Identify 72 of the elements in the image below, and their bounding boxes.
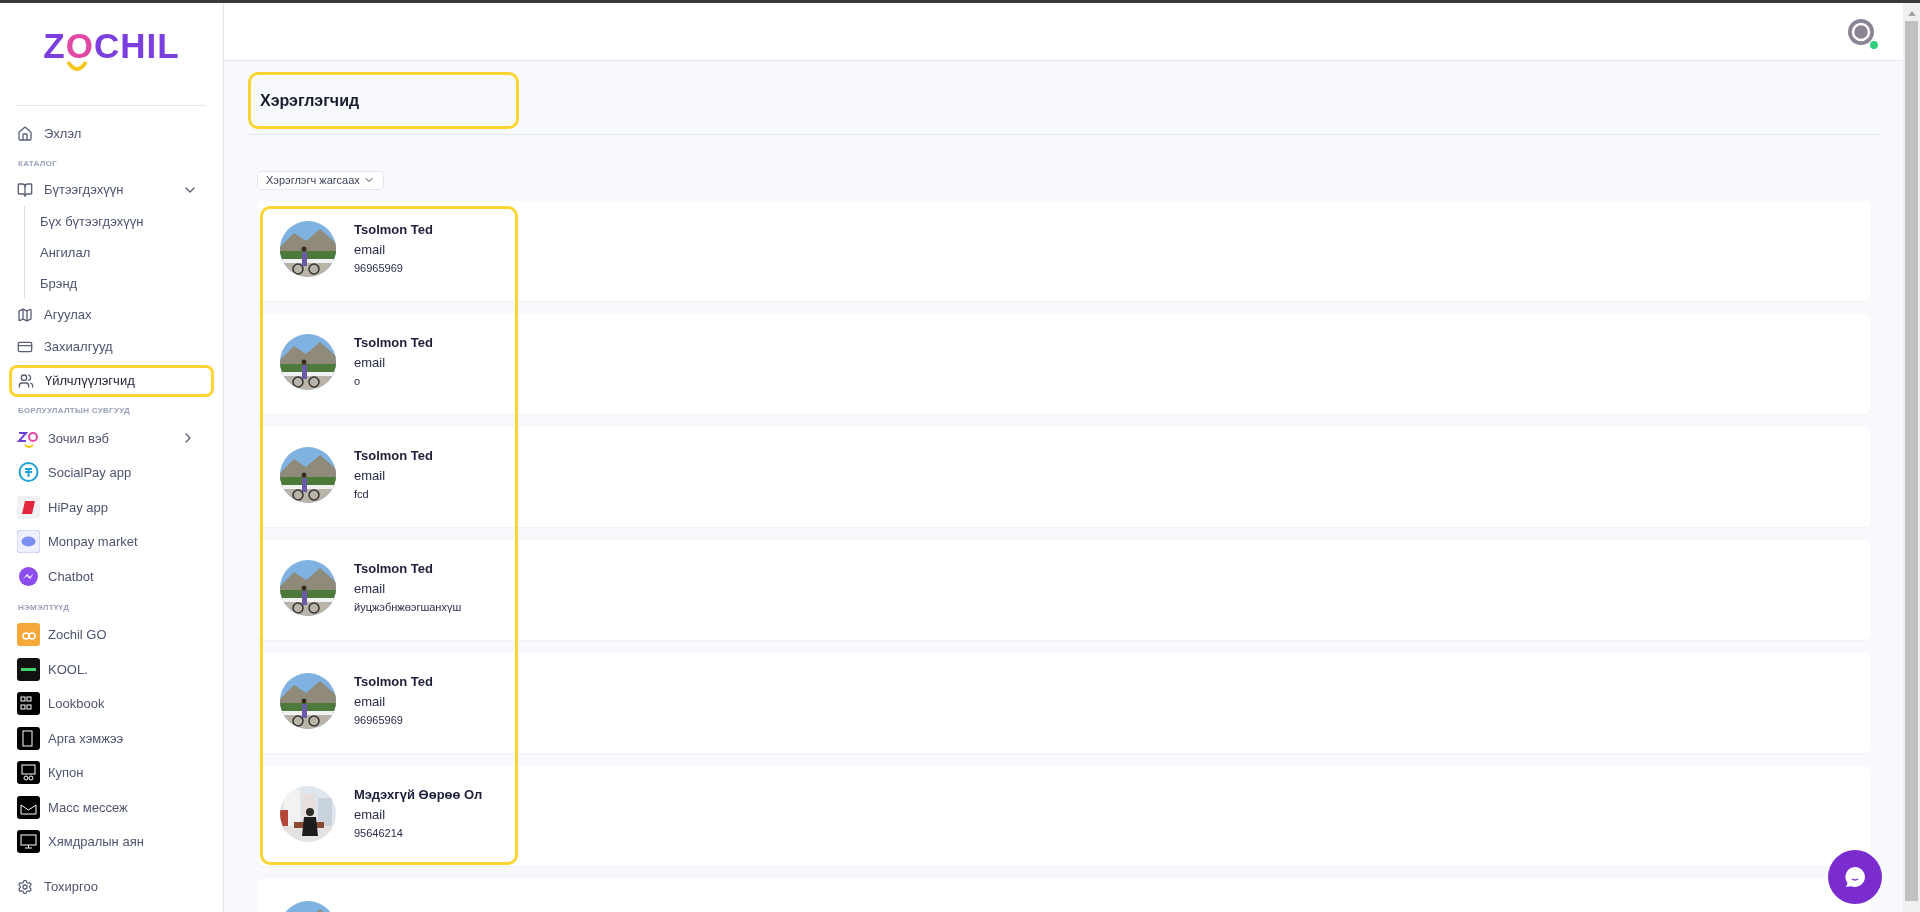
sidebar-item[interactable]: Захиалгууд [12,331,211,363]
sidebar-item[interactable]: Масс мессеж [12,790,211,825]
user-email: email [354,692,387,711]
scrollbar-thumb[interactable] [1905,21,1918,901]
user-phone: 95646214 [354,825,404,840]
user-phone: о [354,373,362,388]
user-name: Tsolmon Ted [354,220,433,239]
home-icon [17,126,33,142]
ticket-icon [17,726,40,750]
section-heading: КАТАЛОГ [17,158,58,170]
user-email: email [354,805,387,824]
sidebar-item[interactable]: Zochil GO [12,617,211,652]
user-phone: 96965969 [354,260,404,275]
user-avatar-icon[interactable] [1847,17,1875,46]
book-icon [17,182,33,198]
sidebar-subitem[interactable]: Бүх бүтээгдэхүүн [25,206,211,237]
user-card[interactable]: Tsolmon Ted email 96965969 [257,200,1871,301]
sidebar-item[interactable]: Тохиргоо [12,871,211,903]
user-card[interactable]: Tsolmon Ted email 96965969 [257,652,1871,753]
messenger-icon [17,564,40,588]
monitor-icon [17,830,40,854]
user-card[interactable]: Tsolmon Ted email о [257,313,1871,414]
sidebar-item[interactable]: Chatbot [12,559,211,594]
user-name: Tsolmon Ted [354,333,433,352]
user-email: email [354,353,387,372]
sidebar-item[interactable]: HiPay app [12,490,211,525]
user-card[interactable]: Мэдэхгүй Өөрөө Ол email 95646214 [257,765,1871,866]
sidebar-item[interactable]: KOOL. [12,652,211,687]
envelope-icon [17,795,40,819]
sidebar-item[interactable]: Monpay market [12,524,211,559]
user-card[interactable]: Tsolmon Ted email йуцжэбнжөэгшанхүш [257,539,1871,640]
user-name: Tsolmon Ted [354,446,433,465]
chat-bubble-icon [17,461,40,485]
sidebar-subitem[interactable]: Брэнд [25,268,211,299]
section-heading: НЭМЭЛТҮҮД [17,601,71,614]
sidebar-item[interactable]: SocialPay app [12,455,211,490]
sidebar-item[interactable]: Купон [12,755,211,790]
user-phone: 96965969 [354,712,404,727]
sidebar-subitem[interactable]: Ангилал [25,237,211,268]
card-icon [17,339,33,355]
user-email: email [354,579,387,598]
sort-dropdown[interactable]: Хэрэглэгч жагсаах [257,171,384,190]
user-email: email [354,466,387,485]
user-card[interactable]: Tsolmon Ted email fcd [257,426,1871,527]
sidebar-item[interactable]: Хямдралын аян [12,824,211,859]
app-tile-icon [17,623,40,647]
sidebar-item[interactable]: Агуулах [12,299,211,331]
app-tile-icon [17,530,40,554]
sidebar-item[interactable]: Арга хэмжээ [12,721,211,756]
user-email: email [354,240,387,259]
user-phone: йуцжэбнжөэгшанхүш [354,599,462,614]
sidebar-item[interactable]: Бүтээгдэхүүн [12,174,211,206]
sidebar-item[interactable]: Эхлэл [12,118,211,150]
section-heading: БОРЛУУЛАЛТЫН СУВГУУД [17,405,132,417]
sidebar-item[interactable]: Зочил вэб [12,421,211,456]
chat-icon [1843,865,1867,889]
settings-icon [17,879,33,895]
app-tile-icon [17,657,40,681]
users-icon [18,373,34,389]
app-tile-icon [17,692,40,716]
sidebar-item[interactable]: Lookbook [12,686,211,721]
user-name: Мэдэхгүй Өөрөө Ол [354,785,483,804]
page-title: Хэрэглэгчид [248,72,519,129]
sidebar-item[interactable]: Үйлчлүүлэгчид [9,365,214,397]
user-name: Tsolmon Ted [354,672,433,691]
app-tile-icon [17,495,40,519]
user-name: Tsolmon Ted [354,559,434,578]
logo[interactable]: ZOCHIL [43,28,180,76]
coupon-icon [17,761,40,785]
map-icon [17,307,33,323]
user-phone: fcd [354,486,370,501]
scroll-up-icon[interactable] [1907,11,1916,16]
